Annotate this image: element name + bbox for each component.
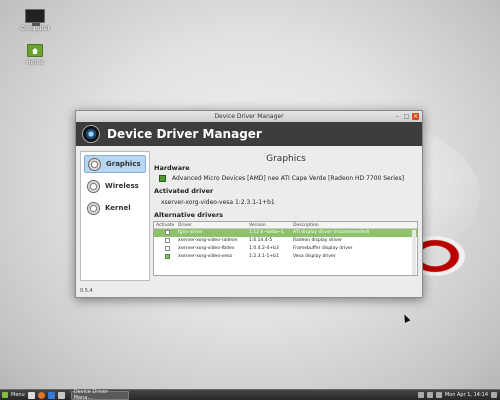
network-icon[interactable] (417, 392, 424, 398)
system-tray: Mon Apr 1, 14:14 (417, 392, 500, 398)
hardware-row: Advanced Micro Devices [AMD] nee ATI Cap… (159, 175, 419, 182)
firefox-icon[interactable] (37, 391, 45, 399)
volume-icon[interactable] (435, 392, 442, 398)
table-row[interactable]: xserver-xorg-video-vesa 1:2.3.1-1+b1 Ves… (154, 253, 417, 261)
user-icon[interactable] (491, 392, 497, 398)
sidebar-item-wireless[interactable]: Wireless (84, 177, 146, 195)
mouse-cursor-icon (401, 313, 411, 323)
wireless-icon (87, 179, 100, 193)
activated-heading: Activated driver (154, 187, 214, 195)
column-header-version[interactable]: Version (249, 222, 293, 228)
computer-icon (25, 9, 45, 26)
table-scrollbar[interactable] (412, 230, 416, 275)
drivers-table: Activate Driver Version Description fglr… (153, 221, 418, 276)
activate-checkbox[interactable] (165, 230, 170, 235)
mint-logo-icon (2, 392, 8, 398)
task-label: Device Driver Mana... (73, 389, 108, 400)
activate-checkbox[interactable] (165, 238, 170, 243)
driver-cell: xserver-xorg-video-vesa (178, 254, 233, 259)
hardware-heading: Hardware (154, 164, 190, 172)
table-row[interactable]: fglrx-driver 1:12.6~beta~1 ATI display d… (154, 229, 417, 237)
clock[interactable]: Mon Apr 1, 14:14 (445, 392, 488, 398)
desktop-icon-home[interactable]: Home (13, 44, 57, 66)
table-header: Activate Driver Version Description (154, 222, 417, 229)
update-icon[interactable] (426, 392, 433, 398)
window-titlebar[interactable]: Device Driver Manager – □ × (76, 111, 422, 122)
description-cell: ATI display driver (recommended) (293, 230, 370, 235)
version-cell: 1:2.3.1-1+b1 (249, 254, 279, 259)
column-header-driver[interactable]: Driver (178, 222, 249, 228)
app-logo-icon (82, 125, 100, 143)
graphics-icon (88, 157, 101, 171)
sidebar-item-label: Kernel (105, 204, 131, 212)
menu-button[interactable]: Menu (2, 392, 25, 398)
taskbar-window-button[interactable]: Device Driver Mana... (70, 389, 129, 400)
alternative-heading: Alternative drivers (154, 211, 224, 219)
maximize-button[interactable]: □ (403, 113, 410, 120)
version-cell: 1:6.14.4-5 (249, 238, 273, 243)
kernel-icon (87, 201, 100, 215)
sidebar-item-label: Wireless (105, 182, 139, 190)
banner-title: Device Driver Manager (107, 127, 262, 141)
desktop-icon-computer[interactable]: Computer (13, 9, 57, 32)
activate-checkbox[interactable] (165, 254, 170, 259)
version-cell: 1:12.6~beta~1 (249, 230, 284, 235)
description-cell: Radeon display driver (293, 238, 343, 243)
header-banner: Device Driver Manager (76, 122, 422, 146)
driver-cell: xserver-xorg-video-fbdev (178, 246, 235, 251)
desktop-icon-label: Computer (20, 25, 50, 32)
column-header-activate[interactable]: Activate (154, 222, 178, 228)
column-header-description[interactable]: Description (293, 222, 417, 228)
gpu-chip-icon (159, 175, 166, 182)
sidebar-item-kernel[interactable]: Kernel (84, 199, 146, 217)
close-button[interactable]: × (412, 113, 419, 120)
driver-manager-window: Device Driver Manager – □ × Device Drive… (75, 110, 423, 298)
version-label: 0.5.4 (80, 288, 93, 294)
driver-cell: fglrx-driver (178, 230, 203, 235)
version-cell: 1:0.4.2-4+b3 (249, 246, 279, 251)
sidebar: Graphics Wireless Kernel (80, 151, 150, 281)
desktop-icon-label: Home (26, 59, 44, 66)
activated-driver-value: xserver-xorg-video-vesa 1:2.3.1-1+b1 (161, 199, 275, 206)
minimize-button[interactable]: – (394, 113, 401, 120)
menu-label: Menu (11, 392, 25, 398)
sidebar-item-graphics[interactable]: Graphics (84, 155, 146, 173)
home-folder-icon (27, 44, 43, 57)
show-desktop-icon[interactable] (27, 391, 35, 399)
terminal-icon[interactable] (47, 391, 55, 399)
page-title: Graphics (266, 154, 306, 164)
files-icon[interactable] (57, 391, 65, 399)
table-row[interactable]: xserver-xorg-video-fbdev 1:0.4.2-4+b3 Fr… (154, 245, 417, 253)
activate-checkbox[interactable] (165, 246, 170, 251)
table-row[interactable]: xserver-xorg-video-radeon 1:6.14.4-5 Rad… (154, 237, 417, 245)
description-cell: Framebuffer display driver (293, 246, 353, 251)
hardware-value: Advanced Micro Devices [AMD] nee ATI Cap… (172, 175, 405, 182)
taskbar: Menu Device Driver Mana... Mon Apr 1, 14… (0, 389, 500, 400)
window-title: Device Driver Manager (214, 113, 284, 120)
main-panel: Graphics Hardware Advanced Micro Devices… (153, 151, 419, 283)
sidebar-item-label: Graphics (106, 160, 141, 168)
driver-cell: xserver-xorg-video-radeon (178, 238, 238, 243)
description-cell: Vesa display driver (293, 254, 336, 259)
